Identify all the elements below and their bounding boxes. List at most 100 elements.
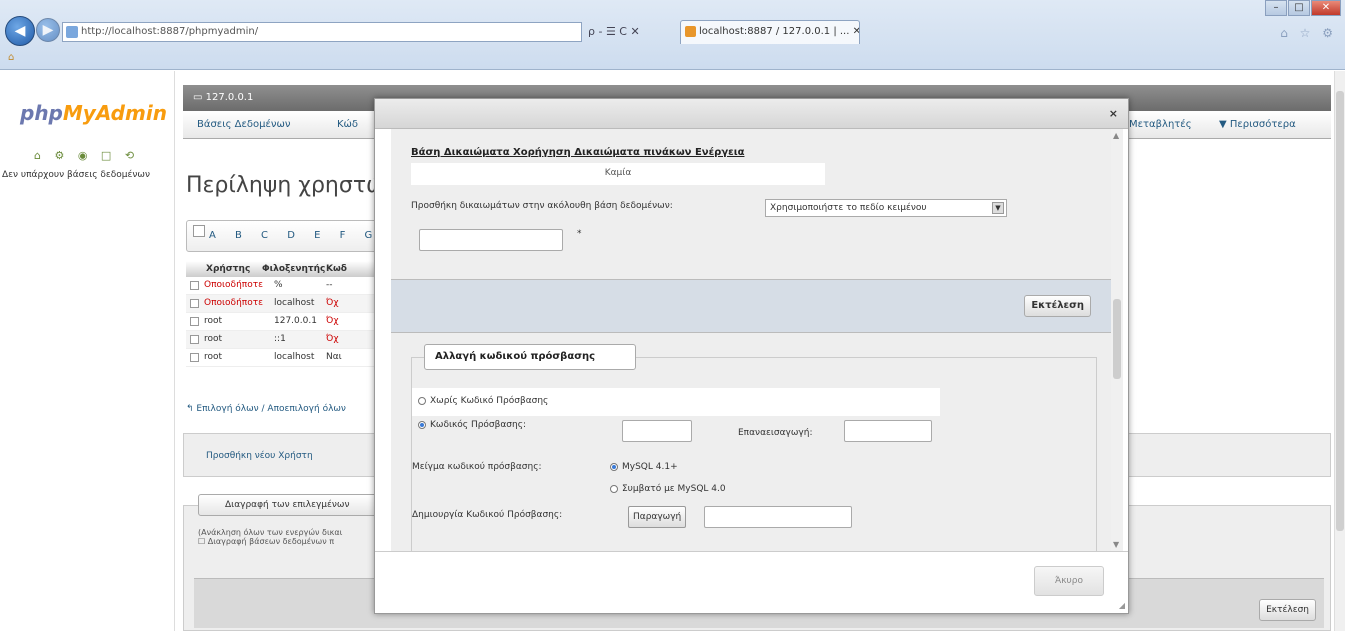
revoke-text: (Ανάκληση όλων των ενεργών δικαι: [198, 528, 343, 537]
generate-label: Δημιουργία Κωδικού Πρόσβασης:: [412, 510, 563, 520]
database-select[interactable]: Χρησιμοποιήστε το πεδίο κειμένου ▼: [765, 199, 1007, 217]
tab-favicon-icon: [685, 26, 696, 37]
back-button[interactable]: ◀: [5, 16, 35, 46]
drop-db-option[interactable]: ☐ Διαγραφή βάσεων δεδομένων π: [198, 537, 342, 546]
menu-more[interactable]: ▼ Περισσότερα: [1219, 111, 1296, 139]
minimize-button[interactable]: –: [1265, 0, 1287, 16]
mysql40-label: Συμβατό με MySQL 4.0: [622, 484, 726, 494]
menu-sql[interactable]: Κώδ: [337, 111, 358, 139]
row-checkbox[interactable]: [190, 299, 199, 308]
address-bar[interactable]: http://localhost:8887/phpmyadmin/: [62, 22, 582, 42]
dialog-scroll-thumb[interactable]: [1113, 299, 1121, 379]
dialog-scrollbar[interactable]: ▲ ▼: [1111, 129, 1123, 551]
mysql41-option[interactable]: MySQL 4.1+: [610, 462, 678, 472]
row-checkbox[interactable]: [190, 353, 199, 362]
initials-filter: A B C D E F G H: [186, 220, 386, 252]
database-select-value: Χρησιμοποιήστε το πεδίο κειμένου: [770, 203, 927, 213]
execute-button[interactable]: Εκτέλεση: [1259, 599, 1316, 621]
scroll-up-icon[interactable]: ▲: [1113, 131, 1119, 140]
row-checkbox[interactable]: [190, 281, 199, 290]
db-table-none: Καμία: [411, 163, 825, 185]
arrow-up-icon: ↰: [186, 404, 197, 414]
window-close-button[interactable]: ✕: [1311, 0, 1341, 16]
change-password-fieldset: Αλλαγή κωδικού πρόσβασης Χωρίς Κωδικό Πρ…: [411, 344, 1097, 551]
radio-icon: [418, 396, 426, 405]
users-table: Χρήστης Φιλοξενητής Κωδ Οποιοδήποτε % --…: [186, 261, 386, 367]
mysql41-label: MySQL 4.1+: [622, 462, 678, 472]
generate-button[interactable]: Παραγωγή: [628, 506, 687, 528]
row-host: %: [274, 280, 283, 290]
back-arrow-icon: ◀: [14, 23, 26, 39]
menu-variables[interactable]: Μεταβλητές: [1129, 111, 1192, 139]
row-user: Οποιοδήποτε: [204, 298, 263, 308]
row-user: root: [204, 316, 223, 326]
table-row: root ::1 Όχ: [186, 331, 386, 349]
radio-selected-icon: [610, 462, 618, 471]
delete-users-text: (Ανάκληση όλων των ενεργών δικαι ☐ Διαγρ…: [198, 528, 342, 546]
password-option[interactable]: Κωδικός Πρόσβασης:: [418, 420, 526, 430]
row-password: --: [326, 280, 333, 290]
page-title: Περίληψη χρηστών: [186, 173, 397, 198]
no-password-option[interactable]: Χωρίς Κωδικό Πρόσβασης: [418, 396, 548, 406]
dialog-titlebar[interactable]: ×: [375, 99, 1128, 129]
mysql40-option[interactable]: Συμβατό με MySQL 4.0: [610, 484, 726, 494]
window-controls: – □ ✕: [1264, 0, 1341, 18]
scroll-down-icon[interactable]: ▼: [1113, 540, 1119, 549]
delete-users-legend: Διαγραφή των επιλεγμένων: [198, 494, 378, 516]
col-host[interactable]: Φιλοξενητής: [262, 264, 325, 274]
radio-icon: [610, 484, 618, 493]
row-checkbox[interactable]: [190, 317, 199, 326]
execute-button[interactable]: Εκτέλεση: [1024, 295, 1091, 317]
add-user-link[interactable]: Προσθήκη νέου Χρήστη: [206, 451, 313, 461]
row-host: localhost: [274, 298, 315, 308]
menu-databases[interactable]: Βάσεις Δεδομένων: [197, 111, 290, 139]
hashing-label: Μείγμα κωδικού πρόσβασης:: [412, 462, 542, 472]
nav-quick-icons[interactable]: ⌂ ⚙ ◉ □ ⟲: [34, 149, 139, 162]
password-label: Κωδικός Πρόσβασης:: [430, 420, 527, 430]
tab-title: localhost:8887 / 127.0.0.1 | ... ✕: [699, 26, 860, 37]
row-user: Οποιοδήποτε: [204, 280, 263, 290]
table-row: root localhost Ναι: [186, 349, 386, 367]
row-host: 127.0.0.1: [274, 316, 317, 326]
row-password: Όχ: [326, 298, 339, 308]
navigation-panel: phpMyAdmin ⌂ ⚙ ◉ □ ⟲ Δεν υπάρχουν βάσεις…: [0, 71, 175, 631]
table-row: root 127.0.0.1 Όχ: [186, 313, 386, 331]
edit-privileges-dialog: × Βάση Δικαιώματα Χορήγηση Δικαιώματα πι…: [374, 98, 1129, 614]
row-password: Όχ: [326, 334, 339, 344]
col-user[interactable]: Χρήστης: [206, 264, 250, 274]
close-button[interactable]: Άκυρο: [1034, 566, 1104, 596]
add-privileges-label: Προσθήκη δικαιωμάτων στην ακόλουθη βάση …: [411, 201, 673, 211]
server-name[interactable]: 127.0.0.1: [206, 92, 254, 103]
no-databases-text: Δεν υπάρχουν βάσεις δεδομένων: [2, 170, 150, 180]
toolbar-icons[interactable]: ⌂ ☆ ⚙: [1280, 26, 1337, 40]
close-icon[interactable]: ×: [1109, 107, 1118, 120]
page-scrollbar[interactable]: [1334, 71, 1345, 631]
row-checkbox[interactable]: [190, 335, 199, 344]
initials-letters[interactable]: A B C D E F G H: [209, 230, 385, 241]
generated-password-input[interactable]: [704, 506, 852, 528]
forward-arrow-icon: ▶: [42, 22, 54, 38]
database-name-input[interactable]: [419, 229, 563, 251]
browser-tab[interactable]: localhost:8887 / 127.0.0.1 | ... ✕: [680, 20, 860, 44]
phpmyadmin-logo[interactable]: phpMyAdmin: [20, 101, 167, 125]
row-password: Όχ: [326, 316, 339, 326]
address-text: http://localhost:8887/phpmyadmin/: [81, 26, 259, 37]
resize-handle-icon[interactable]: ◢: [1119, 601, 1125, 610]
address-tools[interactable]: ρ - ☰ C ✕: [588, 22, 674, 42]
check-all-link[interactable]: ↰ Επιλογή όλων / Αποεπιλογή όλων: [186, 404, 346, 414]
retype-label: Επαναεισαγωγή:: [738, 428, 813, 438]
maximize-button[interactable]: □: [1288, 0, 1310, 16]
forward-button[interactable]: ▶: [36, 18, 60, 42]
home-icon[interactable]: ⌂: [8, 52, 14, 63]
row-password: Ναι: [326, 352, 342, 362]
row-host: localhost: [274, 352, 315, 362]
row-user: root: [204, 352, 223, 362]
password-input[interactable]: [622, 420, 692, 442]
row-user: root: [204, 334, 223, 344]
col-password[interactable]: Κωδ: [326, 264, 347, 274]
page-scroll-thumb[interactable]: [1336, 91, 1344, 531]
dialog-footer: Άκυρο ◢: [375, 551, 1128, 613]
db-table-header: Βάση Δικαιώματα Χορήγηση Δικαιώματα πινά…: [411, 147, 745, 158]
initials-checkbox[interactable]: [193, 225, 205, 237]
retype-input[interactable]: [844, 420, 932, 442]
